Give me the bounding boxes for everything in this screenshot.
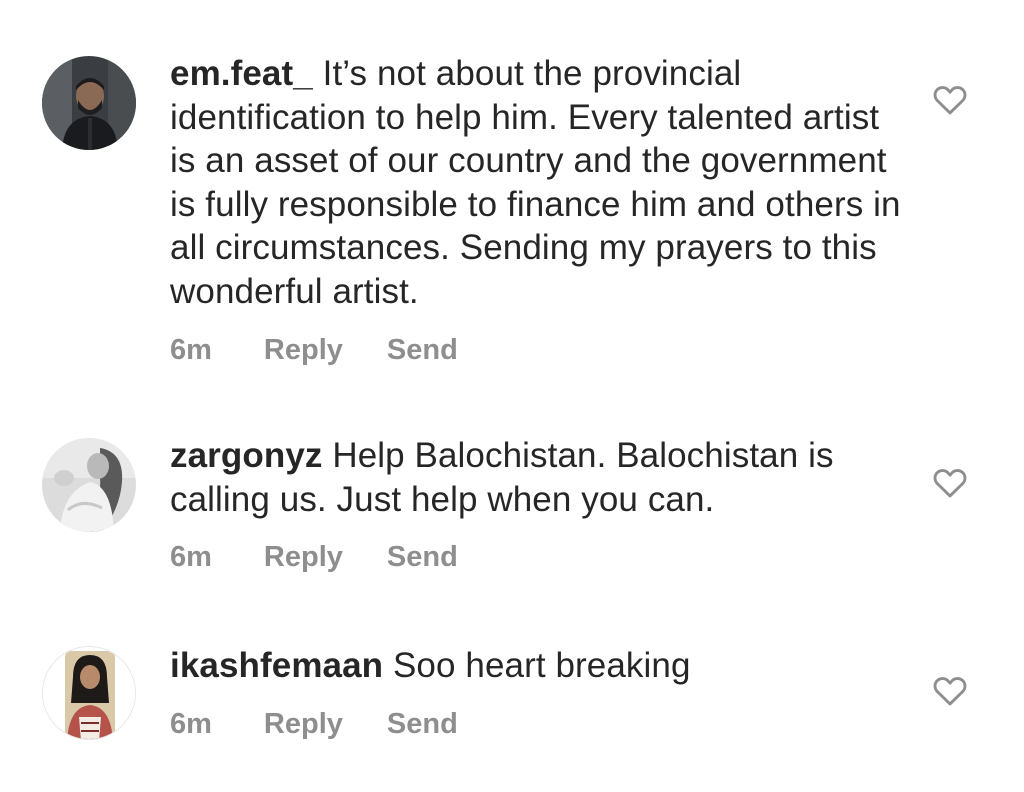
avatar[interactable] — [42, 438, 136, 532]
comment-timestamp: 6m — [170, 541, 212, 574]
avatar-image — [42, 438, 136, 532]
send-button[interactable]: Send — [387, 708, 458, 741]
like-button[interactable] — [932, 82, 968, 116]
comment-username[interactable]: zargonyz — [170, 436, 323, 475]
comment-username[interactable]: em.feat_ — [170, 54, 313, 93]
avatar[interactable] — [42, 56, 136, 150]
comment-text: zargonyz Help Balochistan. Balochistan i… — [170, 434, 910, 521]
like-button[interactable] — [932, 465, 968, 499]
comment-body: Soo heart breaking — [392, 646, 691, 685]
comment-text: em.feat_ It’s not about the provincial i… — [170, 52, 910, 314]
comment-meta: 6m Reply Send — [170, 541, 910, 574]
heart-outline-icon — [933, 86, 967, 115]
heart-outline-icon — [933, 677, 967, 706]
reply-button[interactable]: Reply — [264, 708, 343, 741]
comment-meta: 6m Reply Send — [170, 708, 910, 741]
heart-outline-icon — [933, 469, 967, 498]
comment-username[interactable]: ikashfemaan — [170, 646, 383, 685]
avatar-image — [43, 647, 135, 739]
reply-button[interactable]: Reply — [264, 541, 343, 574]
comment-timestamp: 6m — [170, 707, 212, 740]
avatar-image — [42, 56, 136, 150]
comment-timestamp: 6m — [170, 333, 212, 366]
comment-text: ikashfemaan Soo heart breaking — [170, 644, 910, 688]
send-button[interactable]: Send — [387, 541, 458, 574]
avatar[interactable] — [42, 646, 136, 740]
comment-meta: 6m Reply Send — [170, 334, 910, 367]
reply-button[interactable]: Reply — [264, 334, 343, 367]
like-button[interactable] — [932, 673, 968, 707]
send-button[interactable]: Send — [387, 334, 458, 367]
